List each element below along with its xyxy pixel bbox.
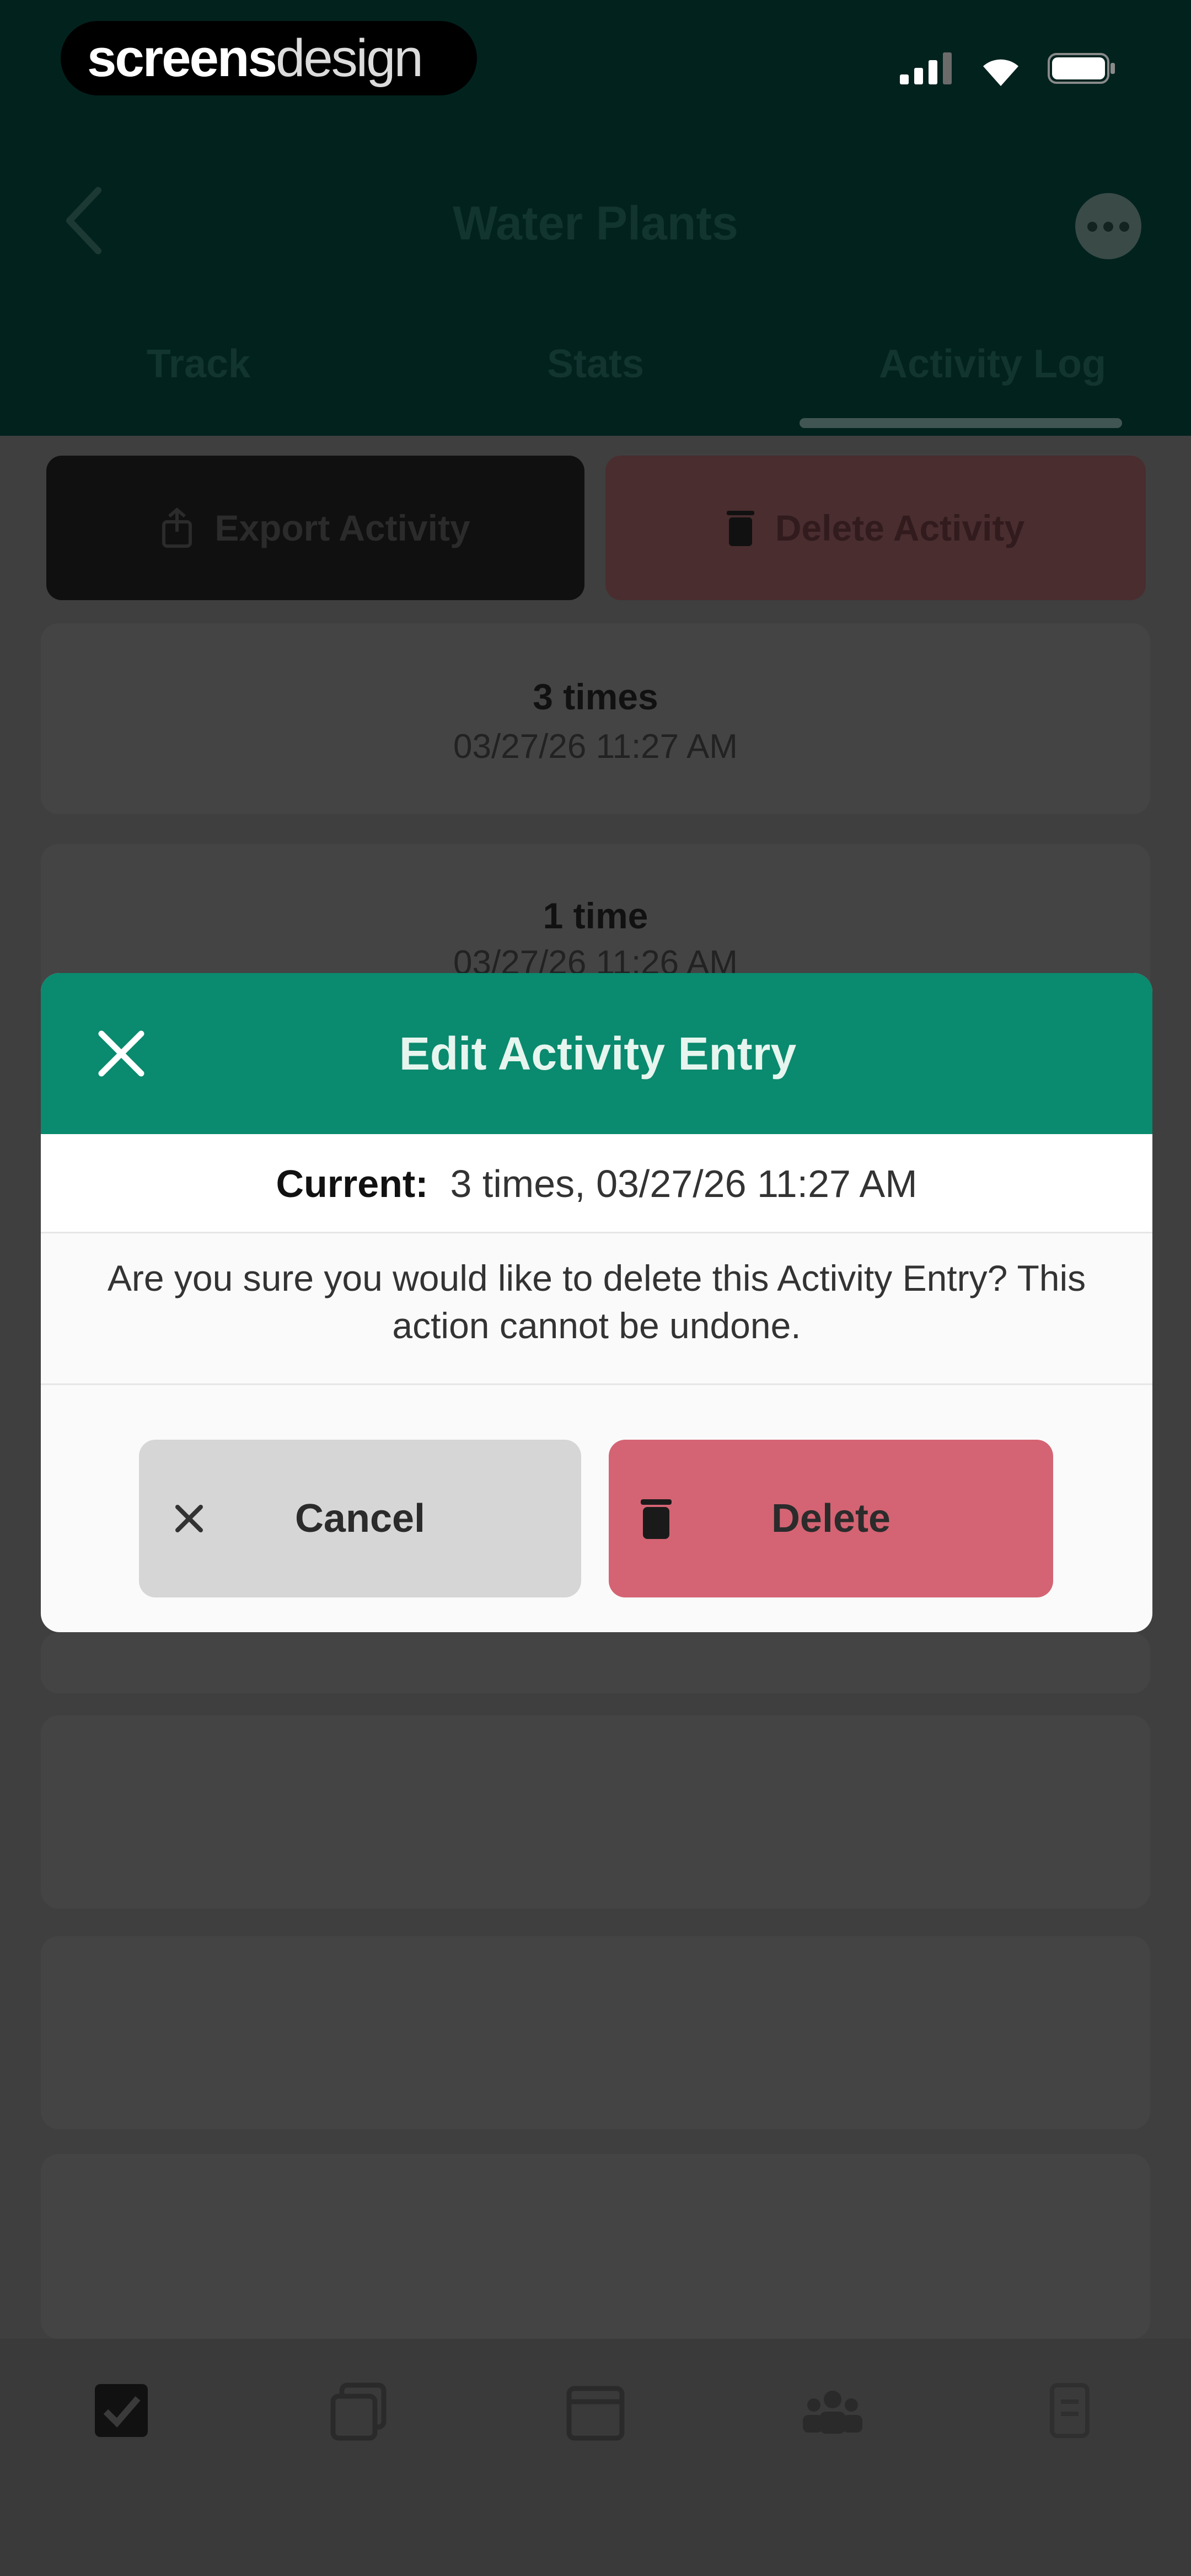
entry-title: 3 times	[533, 676, 658, 717]
delete-button[interactable]: Delete	[609, 1440, 1053, 1597]
calendar-icon[interactable]	[562, 2377, 629, 2444]
close-icon[interactable]	[94, 1026, 149, 1081]
battery-icon	[1048, 53, 1115, 84]
settings-icon[interactable]	[1037, 2377, 1103, 2444]
delete-label: Delete	[771, 1497, 891, 1541]
delete-activity-button[interactable]: Delete Activity	[605, 456, 1146, 600]
bottom-nav	[0, 2339, 1191, 2576]
modal-title: Edit Activity Entry	[399, 1028, 797, 1079]
tab-stats[interactable]: Stats	[397, 331, 794, 397]
divider	[41, 1383, 1152, 1385]
share-icon	[162, 507, 192, 548]
cancel-label: Cancel	[294, 1497, 426, 1541]
copy-icon[interactable]	[325, 2377, 391, 2444]
export-activity-button[interactable]: Export Activity	[46, 456, 584, 600]
brand-logo-text-bold: screens	[87, 29, 277, 88]
more-dots-icon[interactable]	[1075, 193, 1141, 259]
active-tab-indicator	[800, 418, 1122, 428]
checkbox-icon[interactable]	[88, 2377, 154, 2444]
current-entry: Current: 3 times, 03/27/26 11:27 AM	[41, 1134, 1152, 1233]
brand-logo: screensdesign	[61, 21, 477, 95]
list-item[interactable]	[41, 1936, 1150, 2129]
entry-timestamp: 03/27/26 11:27 AM	[453, 728, 738, 766]
current-label: Current:	[276, 1162, 428, 1205]
delete-activity-label: Delete Activity	[775, 507, 1025, 548]
cancel-button[interactable]: Cancel	[139, 1440, 581, 1597]
back-icon[interactable]	[60, 185, 109, 256]
groups-icon[interactable]	[800, 2377, 866, 2444]
entry-title: 1 time	[543, 895, 648, 936]
signal-icon	[900, 52, 952, 84]
list-item[interactable]	[41, 1633, 1150, 1693]
list-item[interactable]	[41, 1715, 1150, 1909]
wifi-icon	[983, 59, 1018, 86]
brand-logo-text-light: design	[275, 29, 423, 88]
list-item[interactable]: 3 times 03/27/26 11:27 AM	[41, 623, 1150, 814]
tab-track[interactable]: Track	[0, 331, 397, 397]
confirm-message: Are you sure you would like to delete th…	[107, 1258, 1086, 1346]
trash-icon	[726, 510, 754, 546]
current-value: 3 times, 03/27/26 11:27 AM	[450, 1162, 918, 1205]
list-item[interactable]	[41, 2154, 1150, 2339]
export-activity-label: Export Activity	[214, 507, 470, 548]
page-title: Water Plants	[453, 197, 738, 250]
tab-activity-log[interactable]: Activity Log	[794, 331, 1191, 397]
edit-activity-modal: Edit Activity Entry Current: 3 times, 03/…	[41, 973, 1152, 1632]
